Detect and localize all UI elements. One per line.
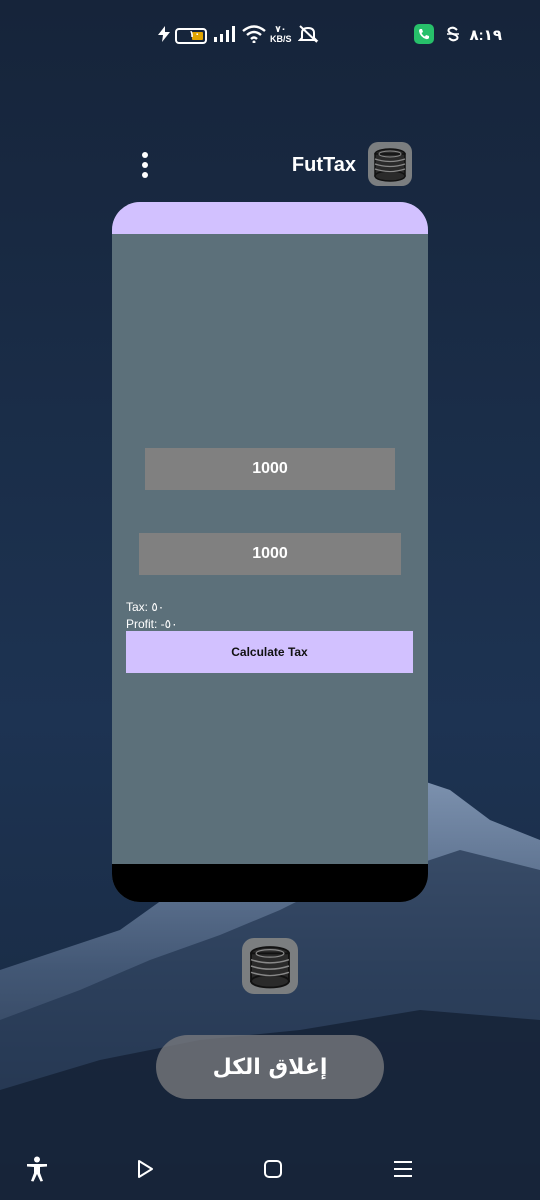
clock: ٨:١٩ [469,27,502,44]
accessibility-icon[interactable] [22,1154,52,1184]
navigation-bar [0,1140,540,1200]
calculate-tax-button[interactable]: Calculate Tax [126,631,413,673]
back-icon[interactable] [130,1154,160,1184]
battery-level: ١٠ [189,29,200,39]
coins-icon [368,142,412,186]
sim-icon [446,24,460,44]
home-icon[interactable] [258,1154,288,1184]
charging-icon [158,24,170,44]
close-all-button[interactable]: إغلاق الكل [156,1035,384,1099]
app-title: FutTax [291,154,356,176]
recents-icon[interactable] [388,1154,418,1184]
phone-call-icon [414,24,434,44]
app-preview-card[interactable]: 1000 1000 Tax: ٥٠ Profit: -٥٠ Calculate … [112,202,428,902]
status-bar: ١٠ ٧٠ KB/S ٨:١٩ [0,0,540,72]
buy-price-field[interactable]: 1000 [145,448,395,490]
recent-app-header: FutTax [112,142,428,188]
coins-icon[interactable] [242,938,298,994]
wifi-icon [242,24,266,44]
signal-icon [214,24,236,44]
battery-icon: ١٠ [175,28,207,44]
more-options-icon[interactable] [140,152,150,178]
mute-icon [298,24,320,44]
app-top-bar [112,202,428,234]
app-bottom-bar [112,864,428,902]
network-speed: ٧٠ KB/S [270,24,292,44]
tax-result: Tax: ٥٠ [126,600,165,614]
sell-price-field[interactable]: 1000 [139,533,401,575]
profit-result: Profit: -٥٠ [126,617,178,631]
